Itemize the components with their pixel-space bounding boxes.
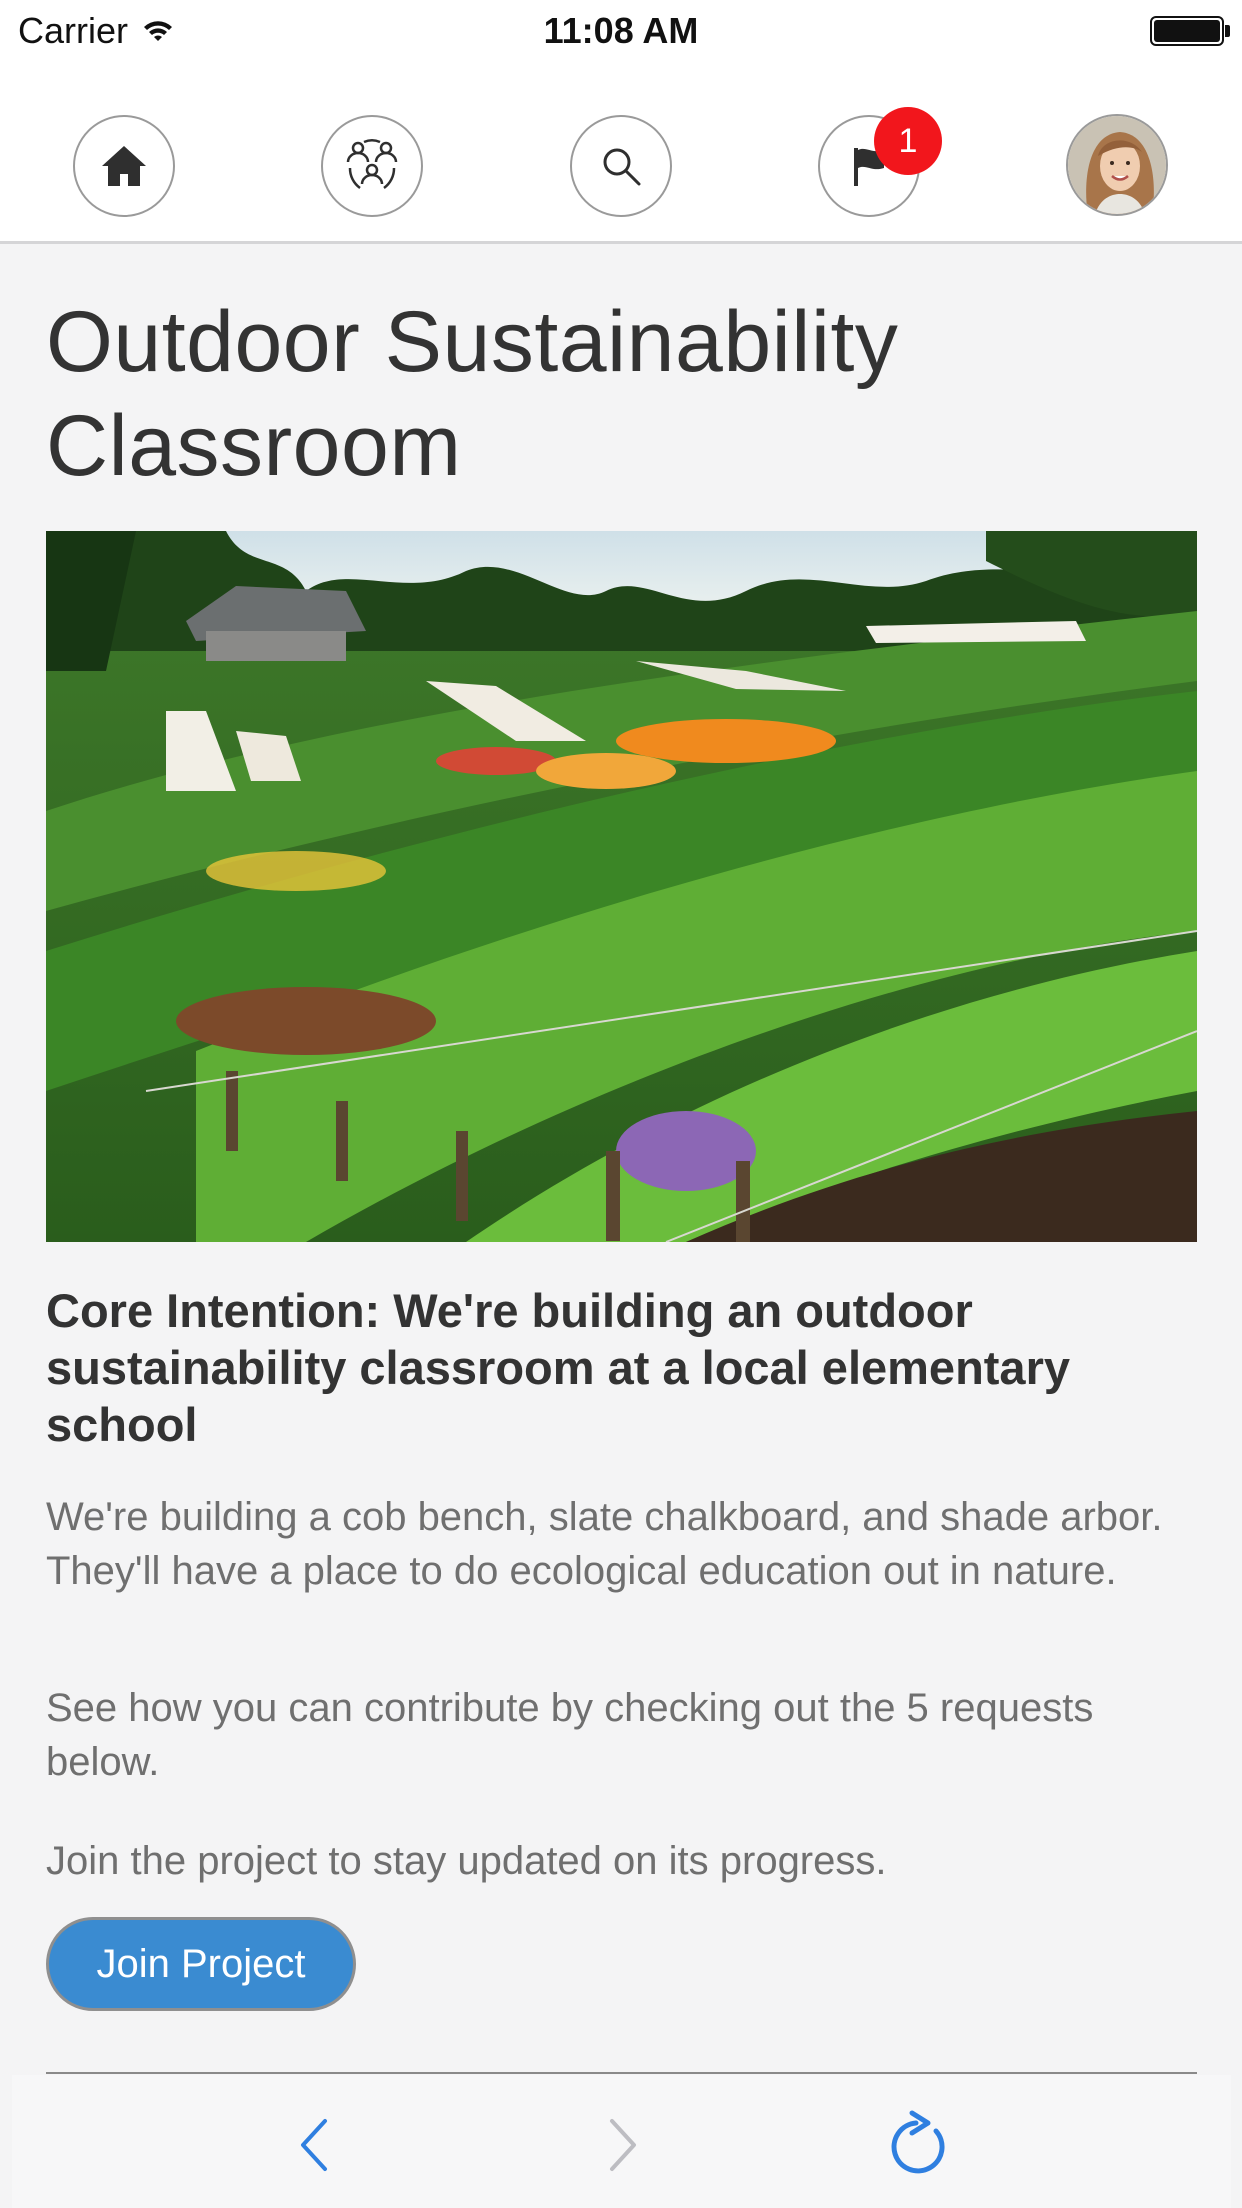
reload-button[interactable] bbox=[880, 2105, 960, 2185]
home-button[interactable] bbox=[73, 115, 175, 217]
browser-toolbar bbox=[12, 2075, 1231, 2208]
community-button[interactable] bbox=[321, 115, 423, 217]
battery-icon bbox=[1150, 16, 1224, 46]
search-icon bbox=[603, 148, 641, 186]
forward-icon bbox=[610, 2119, 636, 2171]
core-intention: Core Intention: We're building an outdoo… bbox=[46, 1284, 1070, 1451]
requests-text: See how you can contribute by checking o… bbox=[46, 1686, 1094, 1784]
back-button[interactable] bbox=[275, 2105, 355, 2185]
back-icon bbox=[301, 2119, 327, 2171]
join-project-button[interactable]: Join Project bbox=[46, 1917, 356, 2011]
notification-badge: 1 bbox=[874, 107, 942, 175]
reload-icon bbox=[891, 2110, 945, 2174]
search-button[interactable] bbox=[570, 115, 672, 217]
status-bar: Carrier 11:08 AM bbox=[0, 0, 1242, 64]
divider bbox=[46, 2072, 1197, 2074]
status-time: 11:08 AM bbox=[543, 10, 699, 51]
join-text: Join the project to stay updated on its … bbox=[46, 1839, 887, 1883]
home-icon bbox=[102, 146, 146, 186]
project-description: We're building a cob bench, slate chalkb… bbox=[46, 1495, 1163, 1593]
page-title: Outdoor Sustainability Classroom bbox=[46, 294, 899, 494]
community-icon bbox=[346, 139, 398, 190]
avatar[interactable] bbox=[1066, 114, 1168, 216]
top-nav: 1 bbox=[0, 64, 1242, 244]
forward-button[interactable] bbox=[582, 2105, 662, 2185]
project-header: Outdoor Sustainability Classroom bbox=[46, 290, 1196, 498]
project-image bbox=[46, 531, 1197, 1242]
